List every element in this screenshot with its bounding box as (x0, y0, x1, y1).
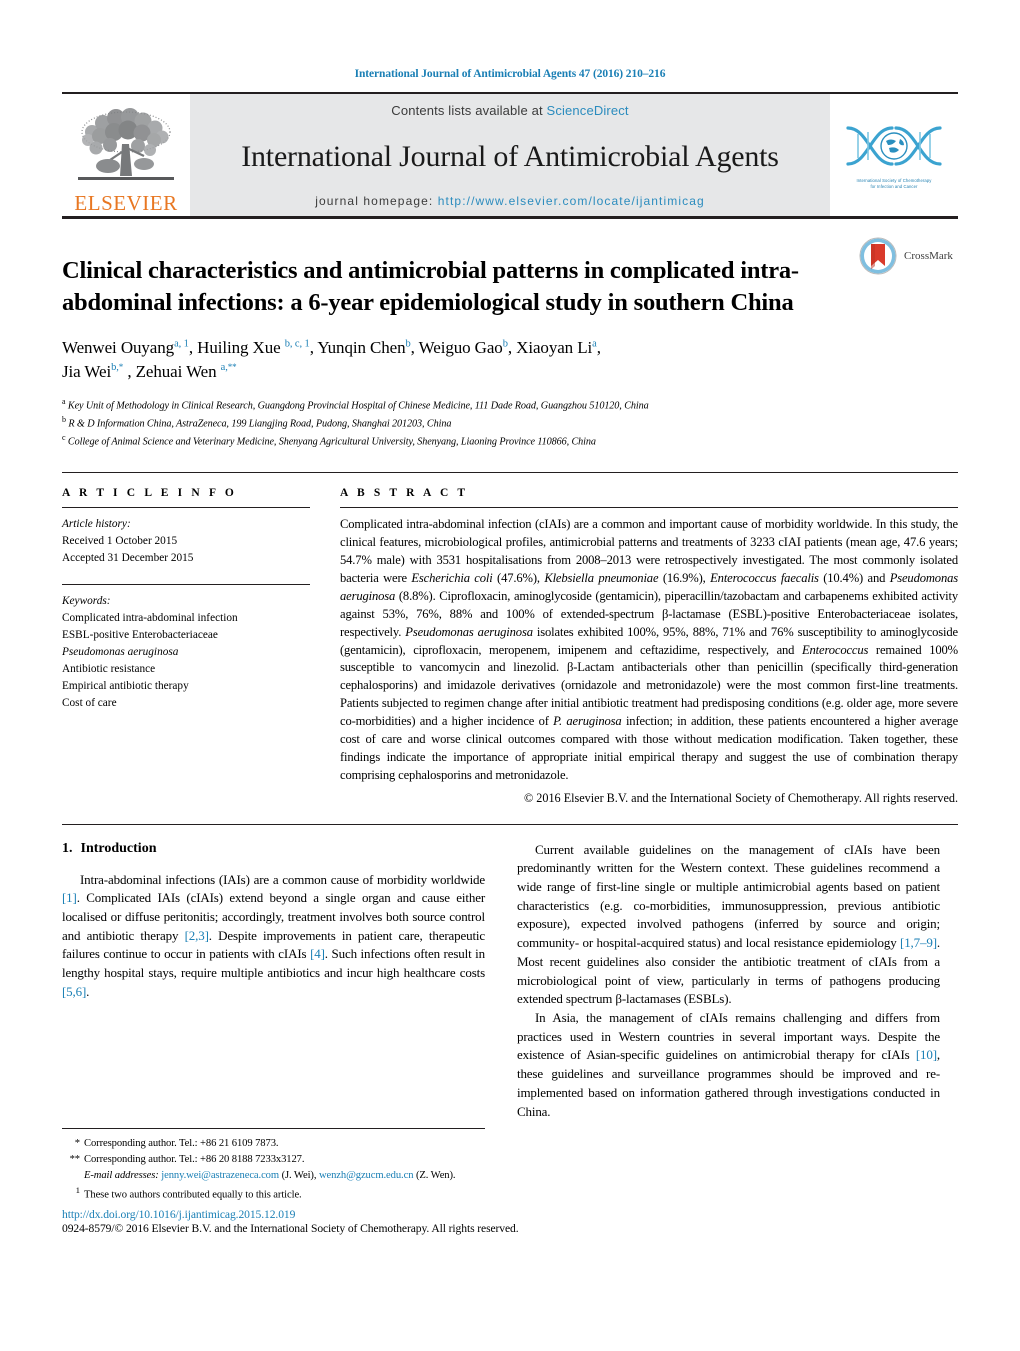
masthead-center-panel: Contents lists available at ScienceDirec… (190, 94, 830, 216)
author-item: Weiguo Gaob, (418, 337, 517, 357)
author-item: Xiaoyan Lia, (516, 337, 601, 357)
author-item: Jia Weib,* , (62, 362, 136, 382)
sciencedirect-link[interactable]: ScienceDirect (547, 103, 629, 118)
footnote-item: 1 These two authors contributed equally t… (62, 1184, 485, 1203)
intro-paragraph: Intra-abdominal infections (IAIs) are a … (62, 871, 485, 999)
isc-caption: International Society of Chemotherapy fo… (842, 178, 946, 189)
abstract-rule (340, 507, 958, 509)
author-item: Huiling Xue b, c, 1, (197, 337, 318, 357)
body-column-right: Current available guidelines on the mana… (517, 841, 940, 1122)
journal-title: International Journal of Antimicrobial A… (241, 139, 779, 173)
article-history-label: Article history: (62, 518, 131, 531)
author-affil-marks: a,** (220, 362, 237, 374)
title-block: CrossMark Clinical characteristics and a… (62, 219, 958, 450)
keywords-rule (62, 584, 310, 586)
keyword-item: Complicated intra-abdominal infection (62, 612, 238, 625)
footer-doi-block: http://dx.doi.org/10.1016/j.ijantimicag.… (62, 1208, 952, 1235)
footnote-text: Corresponding author. Tel.: +86 21 6109 … (84, 1138, 279, 1149)
article-info-rule (62, 507, 310, 509)
abstract-copyright: © 2016 Elsevier B.V. and the Internation… (523, 790, 958, 805)
isc-helix-globe-icon (846, 126, 942, 166)
author-affil-marks: b (405, 337, 411, 349)
footnote-text: These two authors contributed equally to… (84, 1189, 302, 1201)
info-abstract-region: A R T I C L E I N F O Article history: R… (62, 472, 958, 805)
author-affil-marks: a (592, 337, 597, 349)
author-line-1: Wenwei Ouyanga, 1, Huiling Xue b, c, 1, … (62, 336, 842, 361)
elsevier-logo: ELSEVIER (62, 94, 190, 216)
abstract-text: Complicated intra-abdominal infection (c… (340, 517, 959, 782)
affiliation-text: R & D Information China, AstraZeneca, 19… (68, 418, 452, 430)
footnote-mark: * (74, 1138, 80, 1149)
author-item: Wenwei Ouyanga, 1, (62, 337, 198, 357)
keyword-item: ESBL-positive Enterobacteriaceae (62, 629, 218, 642)
affiliation-mark: a (62, 396, 66, 406)
received-date: Received 1 October 2015 (62, 535, 178, 548)
journal-masthead: ELSEVIER Contents lists available at Sci… (62, 92, 958, 216)
author-item: Yunqin Chenb, (317, 337, 419, 357)
introduction-heading: 1. Introduction (62, 841, 485, 857)
isc-logo: International Society of Chemotherapy fo… (842, 120, 946, 189)
doi-link[interactable]: http://dx.doi.org/10.1016/j.ijantimicag.… (62, 1208, 952, 1221)
body-top-rule (62, 823, 958, 825)
section-number: 1. (62, 840, 73, 856)
intro-paragraph: Current available guidelines on the mana… (517, 841, 940, 1007)
intro-paragraph: In Asia, the management of cIAIs remains… (517, 1009, 940, 1119)
article-info-heading: A R T I C L E I N F O (62, 487, 237, 500)
affiliation-item: a Key Unit of Methodology in Clinical Re… (62, 396, 958, 414)
homepage-label: journal homepage: (315, 194, 434, 208)
affiliation-text: College of Animal Science and Veterinary… (67, 436, 596, 448)
footnote-mark: ** (69, 1153, 81, 1165)
journal-homepage-line: journal homepage: http://www.elsevier.co… (315, 194, 705, 208)
section-title: Introduction (80, 840, 157, 856)
contents-lists-line: Contents lists available at ScienceDirec… (391, 103, 628, 118)
author-affil-marks: a, 1 (174, 337, 189, 349)
body-columns: 1. Introduction Intra-abdominal infection… (62, 841, 958, 1122)
keywords-label: Keywords: (62, 595, 111, 608)
affiliation-list: a Key Unit of Methodology in Clinical Re… (62, 396, 958, 451)
society-logo-container: International Society of Chemotherapy fo… (830, 94, 958, 216)
elsevier-wordmark: ELSEVIER (74, 191, 178, 215)
abstract-heading: A B S T R A C T (340, 487, 469, 500)
abstract-column: A B S T R A C T Complicated intra-abdomi… (340, 487, 958, 805)
author-affil-marks: b, c, 1 (284, 337, 310, 349)
footnote-text: Corresponding author. Tel.: +86 20 8188 … (84, 1153, 305, 1165)
journal-article-page: International Journal of Antimicrobial A… (0, 0, 1020, 1351)
accepted-date: Accepted 31 December 2015 (62, 552, 194, 565)
affiliation-mark: c (62, 433, 66, 443)
footnote-block: * Corresponding author. Tel.: +86 21 6109… (62, 1128, 485, 1203)
issn-copyright-line: 0924-8579/© 2016 Elsevier B.V. and the I… (62, 1222, 519, 1235)
contents-prefix: Contents lists available at (391, 103, 547, 118)
keyword-item: Pseudomonas aeruginosa (62, 646, 179, 659)
keywords-block: Keywords: Complicated intra-abdominal in… (62, 584, 310, 712)
author-affil-marks: b,* (111, 362, 124, 374)
crossmark-icon (859, 237, 897, 275)
elsevier-tree-icon (78, 108, 174, 180)
affiliation-item: c College of Animal Science and Veterina… (62, 432, 958, 450)
footnote-email-text[interactable]: E-mail addresses: jenny.wei@astrazeneca.… (84, 1170, 456, 1181)
author-item: Zehuai Wen a,** (135, 362, 237, 382)
running-head: International Journal of Antimicrobial A… (354, 68, 666, 80)
footnote-item: * Corresponding author. Tel.: +86 21 6109… (62, 1136, 485, 1152)
author-affil-marks: b (502, 337, 508, 349)
article-title: Clinical characteristics and antimicrobi… (62, 257, 799, 317)
homepage-url-link[interactable]: http://www.elsevier.com/locate/ijantimic… (438, 194, 705, 208)
keyword-item: Cost of care (62, 696, 117, 709)
crossmark-badge[interactable]: CrossMark (854, 237, 958, 275)
affiliation-text: Key Unit of Methodology in Clinical Rese… (67, 400, 649, 412)
affiliation-mark: b (62, 414, 66, 424)
body-column-left: 1. Introduction Intra-abdominal infection… (62, 841, 485, 1122)
keyword-item: Empirical antibiotic therapy (62, 679, 189, 692)
keyword-item: Antibiotic resistance (62, 662, 156, 675)
isc-caption-line2: for Infection and Cancer (870, 184, 918, 189)
article-info-column: A R T I C L E I N F O Article history: R… (62, 487, 310, 805)
author-list: Wenwei Ouyanga, 1, Huiling Xue b, c, 1, … (62, 336, 842, 385)
affiliation-item: b R & D Information China, AstraZeneca, … (62, 414, 958, 432)
crossmark-label: CrossMark (904, 250, 953, 262)
author-line-2: Jia Weib,* , Zehuai Wen a,** (62, 360, 842, 385)
footnote-mark: 1 (75, 1184, 80, 1195)
footnote-item: ** Corresponding author. Tel.: +86 20 818… (62, 1152, 485, 1168)
footnote-item: E-mail addresses: jenny.wei@astrazeneca.… (62, 1168, 485, 1184)
